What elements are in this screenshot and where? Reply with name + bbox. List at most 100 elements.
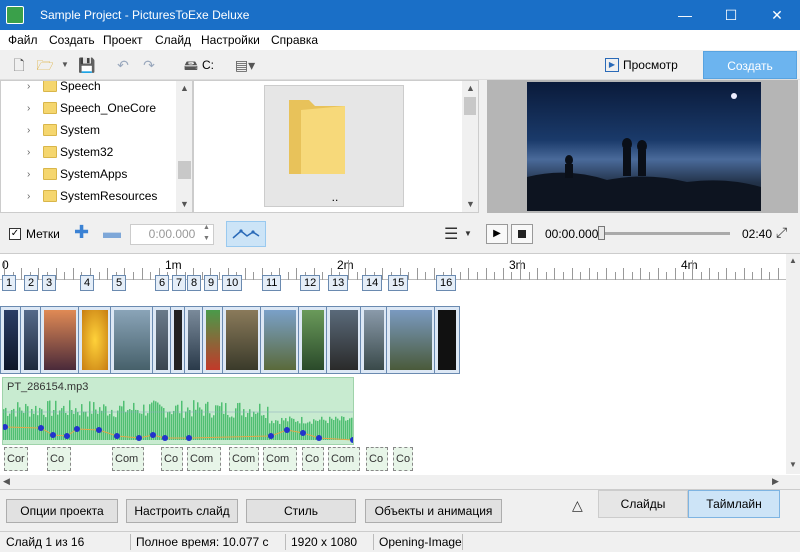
collapse-icon[interactable]: △ [572, 497, 583, 514]
menu-project[interactable]: Проект [103, 33, 143, 47]
slide-thumbnail[interactable] [152, 306, 172, 374]
envelope-toggle-button[interactable] [226, 221, 266, 247]
view-mode-icon[interactable]: ▤▾ [232, 56, 258, 74]
slide-thumbnail[interactable] [202, 306, 224, 374]
scroll-thumb[interactable] [178, 161, 191, 179]
caption-object[interactable]: Co [366, 447, 388, 471]
chevron-up-icon[interactable]: ▲ [203, 224, 210, 231]
caption-object[interactable]: Com [112, 447, 144, 471]
caption-object[interactable]: Com [328, 447, 360, 471]
slide-thumbnail[interactable] [20, 306, 42, 374]
envelope-point[interactable] [284, 427, 290, 433]
tab-timeline[interactable]: Таймлайн [688, 490, 780, 518]
chevron-down-icon[interactable]: ▼ [464, 229, 472, 238]
files-scrollbar[interactable]: ▲ ▼ [462, 81, 478, 212]
close-button[interactable]: ✕ [754, 0, 800, 30]
chevron-down-icon[interactable]: ▼ [203, 235, 210, 242]
envelope-point[interactable] [300, 430, 306, 436]
chevron-right-icon[interactable]: › [27, 81, 30, 92]
plus-icon[interactable]: ✚ [74, 222, 89, 243]
chevron-right-icon[interactable]: › [27, 147, 30, 158]
chevron-up-icon[interactable]: ▲ [180, 83, 189, 93]
slide-thumbnail[interactable] [360, 306, 388, 374]
seek-thumb[interactable] [598, 226, 605, 240]
parent-folder-tile[interactable]: .. [264, 85, 404, 207]
style-button[interactable]: Стиль [246, 499, 356, 523]
slide-number[interactable]: 5 [112, 275, 127, 291]
time-input[interactable]: 0:00.000 [130, 224, 214, 245]
slide-thumbnail[interactable] [260, 306, 300, 374]
envelope-point[interactable] [74, 426, 80, 432]
slide-thumbnail[interactable] [298, 306, 328, 374]
tree-item[interactable]: › Speech_OneCore [1, 99, 176, 121]
drive-icon[interactable]: 🖴 [182, 56, 200, 74]
envelope-point[interactable] [136, 435, 142, 441]
chevron-down-icon[interactable]: ▼ [56, 56, 74, 74]
menu-settings[interactable]: Настройки [201, 33, 260, 47]
menu-file[interactable]: Файл [8, 33, 38, 47]
chevron-right-icon[interactable]: › [27, 103, 30, 114]
envelope-point[interactable] [96, 427, 102, 433]
stop-button[interactable] [511, 224, 533, 244]
menu-icon[interactable]: ☰ [444, 224, 458, 244]
slide-number[interactable]: 4 [80, 275, 95, 291]
caption-object[interactable]: Cor [4, 447, 28, 471]
slide-number[interactable]: 8 [187, 275, 202, 291]
caption-object[interactable]: Co [161, 447, 183, 471]
slide-number[interactable]: 10 [222, 275, 243, 291]
fullscreen-icon[interactable]: ⤢ [776, 224, 787, 241]
redo-icon[interactable]: ↷ [140, 56, 158, 74]
envelope-point[interactable] [186, 435, 192, 441]
slide-thumbnail[interactable] [326, 306, 362, 374]
slide-number[interactable]: 6 [155, 275, 170, 291]
minus-icon[interactable]: ▬ [103, 222, 121, 243]
tree-item[interactable]: › System32 [1, 143, 176, 165]
drive-label[interactable]: C: [202, 58, 214, 72]
seek-track[interactable] [600, 232, 730, 235]
envelope-point[interactable] [50, 432, 56, 438]
slide-thumbnail[interactable] [78, 306, 112, 374]
project-options-button[interactable]: Опции проекта [6, 499, 118, 523]
menu-slide[interactable]: Слайд [155, 33, 191, 47]
scroll-thumb[interactable] [464, 97, 476, 115]
slide-number[interactable]: 9 [204, 275, 219, 291]
tree-item[interactable]: › SystemApps [1, 165, 176, 187]
envelope-point[interactable] [150, 432, 156, 438]
tree-item[interactable]: › SystemResources [1, 187, 176, 209]
tree-item[interactable] [1, 209, 176, 212]
caption-object[interactable]: Co [393, 447, 413, 471]
slide-number[interactable]: 3 [42, 275, 57, 291]
slide-number[interactable]: 11 [262, 275, 282, 291]
new-file-icon[interactable]: 🗋 [10, 56, 28, 74]
slide-thumbnail[interactable] [386, 306, 436, 374]
slide-number[interactable]: 7 [172, 275, 187, 291]
slide-thumbnail[interactable] [184, 306, 204, 374]
tree-item[interactable]: › Speech [1, 81, 176, 99]
create-button[interactable]: Создать [703, 51, 797, 79]
customize-slide-button[interactable]: Настроить слайд [126, 499, 238, 523]
slide-thumbnail[interactable] [222, 306, 262, 374]
slide-thumbnail[interactable] [0, 306, 22, 374]
slide-number[interactable]: 12 [300, 275, 321, 291]
slide-thumbnail[interactable] [110, 306, 154, 374]
slide-number[interactable]: 2 [24, 275, 39, 291]
save-icon[interactable]: 💾 [78, 56, 96, 74]
slide-thumbnail[interactable] [434, 306, 460, 374]
undo-icon[interactable]: ↶ [114, 56, 132, 74]
tree-scrollbar[interactable]: ▲ ▼ [176, 81, 192, 212]
envelope-point[interactable] [162, 435, 168, 441]
chevron-up-icon[interactable]: ▲ [789, 256, 797, 265]
caption-object[interactable]: Com [263, 447, 297, 471]
maximize-button[interactable]: ☐ [708, 0, 754, 30]
chevron-down-icon[interactable]: ▼ [180, 199, 189, 209]
timeline-hscrollbar[interactable]: ◀ ▶ [0, 475, 800, 489]
preview-button[interactable]: ▶ Просмотр [600, 54, 696, 76]
envelope-point[interactable] [316, 435, 322, 441]
minimize-button[interactable]: — [662, 0, 708, 30]
caption-object[interactable]: Co [47, 447, 71, 471]
timeline-vscrollbar[interactable]: ▲ ▼ [786, 254, 800, 474]
chevron-up-icon[interactable]: ▲ [466, 83, 475, 93]
envelope-point[interactable] [64, 433, 70, 439]
slide-number[interactable]: 13 [328, 275, 349, 291]
menu-help[interactable]: Справка [271, 33, 318, 47]
